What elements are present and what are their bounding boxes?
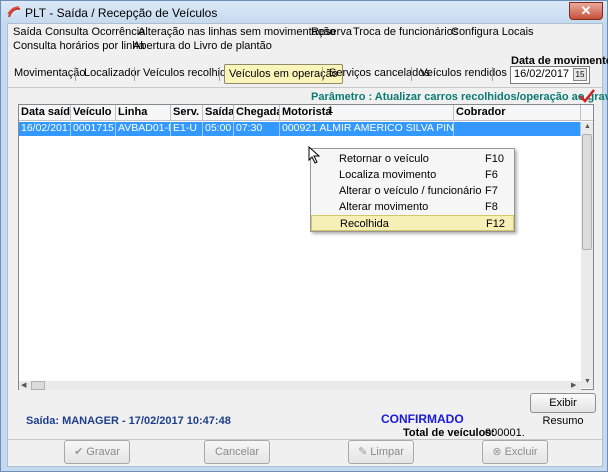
cell-serv: E1-U <box>171 122 203 136</box>
divider <box>8 87 602 88</box>
clear-button[interactable]: ✎ Limpar <box>348 440 414 464</box>
scroll-down-icon[interactable]: ▼ <box>584 378 591 385</box>
column-header-cobrador[interactable]: Cobrador <box>454 105 581 121</box>
context-menu: Retornar o veículo F10 Localiza moviment… <box>310 148 515 232</box>
context-item-shortcut: F8 <box>485 201 498 213</box>
menu-saida[interactable]: Saída <box>13 26 42 38</box>
menu-consulta-horarios[interactable]: Consulta horários por linha <box>13 40 144 52</box>
close-button[interactable]: ✕ <box>569 2 603 20</box>
menu-consulta-ocorrencia[interactable]: Consulta Ocorrência <box>45 26 145 38</box>
cell-veiculo: 0001715 <box>71 122 116 136</box>
cell-saida: 05:00 <box>203 122 234 136</box>
context-item-alterar-movimento[interactable]: Alterar movimento F8 <box>311 199 514 215</box>
column-header-serv[interactable]: Serv. <box>171 105 203 121</box>
menu-bar: Saída Consulta Ocorrência Alteração nas … <box>8 24 602 56</box>
context-item-label: Alterar o veículo / funcionário <box>339 185 482 197</box>
context-item-recolhida[interactable]: Recolhida F12 <box>311 215 514 231</box>
context-item-localiza[interactable]: Localiza movimento F6 <box>311 167 514 183</box>
summary-button[interactable]: Exibir Resumo <box>530 393 596 427</box>
menu-reserva[interactable]: Reserva <box>311 26 352 38</box>
sort-indicator: 1 <box>328 105 334 115</box>
context-item-label: Alterar movimento <box>339 201 429 213</box>
total-vehicles-value: 000001. <box>485 427 525 439</box>
delete-button[interactable]: ⊗ Excluir <box>482 440 548 464</box>
cancel-button-label: Cancelar <box>214 446 260 458</box>
app-logo-icon <box>7 6 21 18</box>
menu-alteracao-linhas[interactable]: Alteração nas linhas sem movimentação <box>138 26 335 38</box>
tab-movimentacao[interactable]: Movimentação <box>10 64 90 84</box>
tab-bar: Movimentação Localizador Veículos recolh… <box>8 64 508 86</box>
cell-chegada: 07:30 <box>234 122 280 136</box>
menu-abertura-livro[interactable]: Abertura do Livro de plantão <box>133 40 272 52</box>
context-item-shortcut: F7 <box>485 185 498 197</box>
context-item-alterar-veiculo[interactable]: Alterar o veículo / funcionário F7 <box>311 183 514 199</box>
scroll-up-icon[interactable]: ▲ <box>584 123 591 130</box>
context-item-retornar[interactable]: Retornar o veículo F10 <box>311 151 514 167</box>
menu-configura-locais[interactable]: Configura Locais <box>451 26 534 38</box>
save-button-label: Gravar <box>86 446 120 458</box>
tab-divider <box>219 67 220 81</box>
menu-troca-funcionarios[interactable]: Troca de funcionários <box>353 26 458 38</box>
cell-linha: AVBAD01-M <box>118 122 171 136</box>
table-row[interactable]: 16/02/2017 0001715 AVBAD01-M E1-U 05:00 … <box>19 122 581 136</box>
delete-icon: ⊗ <box>492 446 502 458</box>
client-area: Saída Consulta Ocorrência Alteração nas … <box>7 23 608 467</box>
checkmark-icon[interactable] <box>579 89 595 103</box>
main-window: PLT - Saída / Recepção de Veículos ✕ Saí… <box>0 0 608 472</box>
tab-divider <box>492 67 493 81</box>
parameter-text: Parâmetro : Atualizar carros recolhidos/… <box>311 91 608 103</box>
tab-divider <box>134 67 135 81</box>
column-header-chegada[interactable]: Chegada <box>234 105 280 121</box>
vertical-scrollbar[interactable]: ▲ ▼ <box>581 122 593 388</box>
context-item-label: Recolhida <box>340 218 389 230</box>
title-bar[interactable]: PLT - Saída / Recepção de Veículos ✕ <box>1 1 607 25</box>
context-item-shortcut: F6 <box>485 169 498 181</box>
status-user-info: Saída: MANAGER - 17/02/2017 10:47:48 <box>26 415 231 427</box>
vehicles-grid[interactable]: Data saída Veículo Linha Serv. Saída Che… <box>18 104 594 390</box>
mouse-cursor-icon <box>308 146 321 164</box>
save-button[interactable]: ✔ Gravar <box>64 440 130 464</box>
scroll-right-icon[interactable]: ▶ <box>571 381 576 389</box>
total-vehicles-label: Total de veículos: <box>403 427 496 439</box>
check-icon: ✔ <box>74 446 84 458</box>
context-item-shortcut: F12 <box>486 218 505 230</box>
column-header-linha[interactable]: Linha <box>116 105 171 121</box>
tab-divider <box>322 67 323 81</box>
tab-veiculos-rendidos[interactable]: Veículos rendidos <box>416 64 511 84</box>
cancel-button[interactable]: Cancelar <box>204 440 270 464</box>
cell-cobrador <box>454 122 581 136</box>
horizontal-scroll-thumb[interactable] <box>31 381 45 390</box>
tab-divider <box>75 67 76 81</box>
grid-header: Data saída Veículo Linha Serv. Saída Che… <box>19 105 593 121</box>
column-header-veiculo[interactable]: Veículo <box>71 105 116 121</box>
context-item-label: Localiza movimento <box>339 169 437 181</box>
context-item-shortcut: F10 <box>485 153 504 165</box>
tab-divider <box>411 67 412 81</box>
calendar-icon[interactable]: 15 <box>573 68 587 81</box>
column-header-motorista[interactable]: Motorista <box>280 105 454 121</box>
scroll-left-icon[interactable]: ◀ <box>21 381 26 389</box>
vertical-scroll-thumb[interactable] <box>582 134 592 250</box>
column-header-saida[interactable]: Saída <box>203 105 234 121</box>
window-title: PLT - Saída / Recepção de Veículos <box>25 6 218 20</box>
cell-motorista: 000921 ALMIR AMERICO SILVA PINTO <box>282 122 454 136</box>
delete-button-label: Excluir <box>504 446 538 458</box>
column-header-data-saida[interactable]: Data saída <box>19 105 71 121</box>
context-item-label: Retornar o veículo <box>339 153 429 165</box>
clear-button-label: Limpar <box>370 446 404 458</box>
status-badge: CONFIRMADO <box>381 412 464 426</box>
horizontal-scrollbar[interactable]: ◀ ▶ <box>19 381 581 390</box>
clear-icon: ✎ <box>358 446 368 458</box>
cell-data-saida: 16/02/2017 <box>21 122 71 136</box>
